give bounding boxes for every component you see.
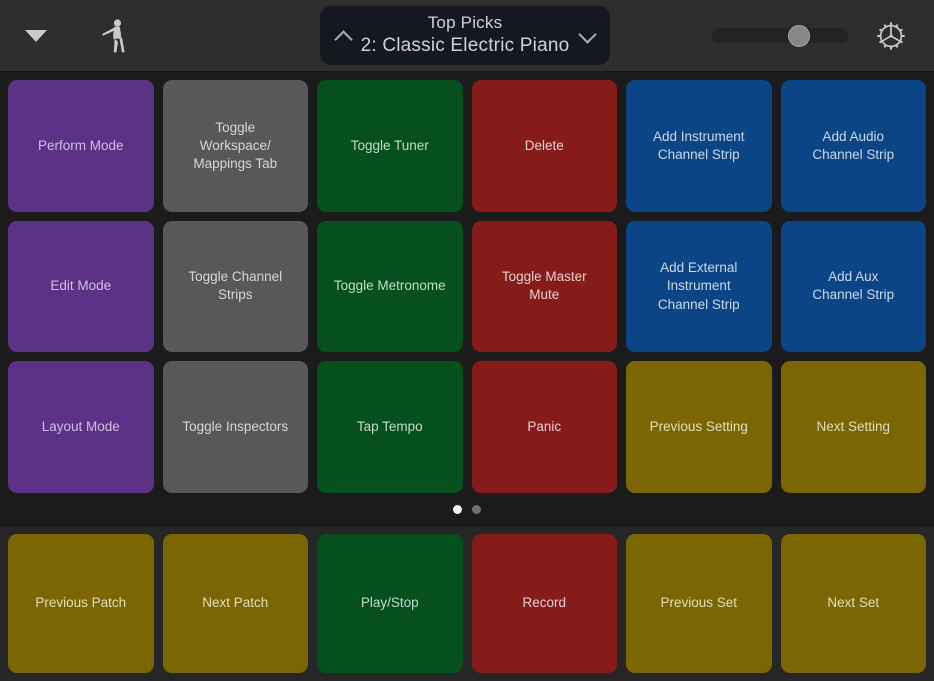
pad-previous-setting[interactable]: Previous Setting (626, 361, 772, 493)
pad-toggle-metronome[interactable]: Toggle Metronome (317, 220, 463, 353)
menu-button-slot (0, 29, 72, 42)
pad-label: Panic (527, 419, 562, 435)
pad-label: Perform Mode (37, 137, 124, 153)
pad-label: Next Set (827, 595, 880, 611)
pad-label: Toggle Metronome (333, 278, 446, 294)
gear-icon (877, 21, 905, 50)
top-toolbar: Top Picks 2: Classic Electric Piano (0, 0, 934, 72)
pad-toggle-channel-strips[interactable]: Toggle Channel Strips (162, 220, 308, 353)
perform-mode-button[interactable] (100, 18, 130, 54)
chevron-up-icon[interactable] (334, 27, 352, 45)
pad-label: Toggle Workspace/ Mappings Tab (193, 119, 278, 171)
patch-selector-text: Top Picks 2: Classic Electric Piano (352, 12, 578, 58)
triangle-down-icon (25, 29, 47, 42)
pad-label: Add Aux Channel Strip (812, 269, 895, 303)
remote-controls-screen: Top Picks 2: Classic Electric Piano Perf… (0, 0, 934, 681)
perform-button-slot (72, 18, 157, 54)
pad-label: Layout Mode (41, 419, 120, 435)
menu-button[interactable] (25, 29, 47, 42)
pad-layout-mode[interactable]: Layout Mode (8, 361, 154, 493)
pad-add-external-instrument-channel-strip[interactable]: Add External Instrument Channel Strip (626, 220, 772, 353)
pad-label: Next Patch (202, 595, 269, 611)
pad-label: Add Audio Channel Strip (812, 128, 895, 162)
page-indicator (8, 493, 926, 525)
pad-label: Add External Instrument Channel Strip (657, 260, 740, 312)
pad-label: Toggle Inspectors (182, 419, 289, 435)
pad-perform-mode[interactable]: Perform Mode (8, 80, 154, 212)
pad-label: Toggle Tuner (350, 137, 429, 153)
pad-label: Previous Set (660, 595, 738, 611)
pad-label: Previous Setting (649, 419, 748, 435)
control-grid-area: Perform Mode Toggle Workspace/ Mappings T… (0, 72, 934, 525)
pad-label: Toggle Channel Strips (188, 269, 283, 303)
pad-label: Next Setting (816, 419, 891, 435)
transport-pad-previous-set[interactable]: Previous Set (626, 534, 772, 673)
transport-pad-record[interactable]: Record (471, 534, 617, 673)
settings-button[interactable] (875, 20, 907, 52)
transport-pad-play-stop[interactable]: Play/Stop (317, 534, 463, 673)
pad-toggle-inspectors[interactable]: Toggle Inspectors (162, 361, 308, 493)
pad-add-instrument-channel-strip[interactable]: Add Instrument Channel Strip (626, 80, 772, 212)
page-dot-1[interactable] (453, 504, 462, 514)
pad-add-audio-channel-strip[interactable]: Add Audio Channel Strip (780, 80, 926, 212)
patch-set-name: Top Picks (427, 13, 503, 33)
pad-panic[interactable]: Panic (471, 361, 617, 493)
pad-edit-mode[interactable]: Edit Mode (8, 220, 154, 353)
pad-label: Delete (524, 137, 564, 153)
pad-label: Record (522, 595, 567, 611)
pad-tap-tempo[interactable]: Tap Tempo (317, 361, 463, 493)
volume-slider-track (712, 28, 848, 43)
performer-figure-icon (101, 18, 124, 52)
transport-grid: Previous Patch Next Patch Play/Stop Record P… (8, 534, 926, 673)
patch-name: 2: Classic Electric Piano (360, 35, 570, 57)
page-dot-2[interactable] (472, 504, 481, 514)
pad-label: Previous Patch (35, 595, 127, 611)
transport-pad-next-set[interactable]: Next Set (780, 534, 926, 673)
patch-selector[interactable]: Top Picks 2: Classic Electric Piano (320, 6, 610, 65)
transport-pad-previous-patch[interactable]: Previous Patch (8, 534, 154, 673)
transport-pad-next-patch[interactable]: Next Patch (162, 534, 308, 673)
control-grid: Perform Mode Toggle Workspace/ Mappings T… (8, 80, 926, 493)
chevron-down-icon[interactable] (578, 27, 596, 45)
volume-slider[interactable] (712, 16, 848, 56)
pad-label: Tap Tempo (356, 419, 423, 435)
pad-add-aux-channel-strip[interactable]: Add Aux Channel Strip (780, 220, 926, 353)
pad-toggle-master-mute[interactable]: Toggle Master Mute (471, 220, 617, 353)
pad-label: Toggle Master Mute (501, 269, 587, 303)
pad-label: Edit Mode (50, 278, 112, 294)
pad-toggle-tuner[interactable]: Toggle Tuner (317, 80, 463, 212)
pad-delete[interactable]: Delete (471, 80, 617, 212)
pad-label: Add Instrument Channel Strip (652, 128, 745, 162)
transport-bar: Previous Patch Next Patch Play/Stop Record P… (0, 525, 934, 681)
pad-next-setting[interactable]: Next Setting (780, 361, 926, 493)
settings-button-slot (848, 20, 934, 52)
volume-slider-knob[interactable] (788, 24, 811, 47)
pad-label: Play/Stop (360, 595, 419, 611)
pad-toggle-workspace-mappings-tab[interactable]: Toggle Workspace/ Mappings Tab (162, 80, 308, 212)
